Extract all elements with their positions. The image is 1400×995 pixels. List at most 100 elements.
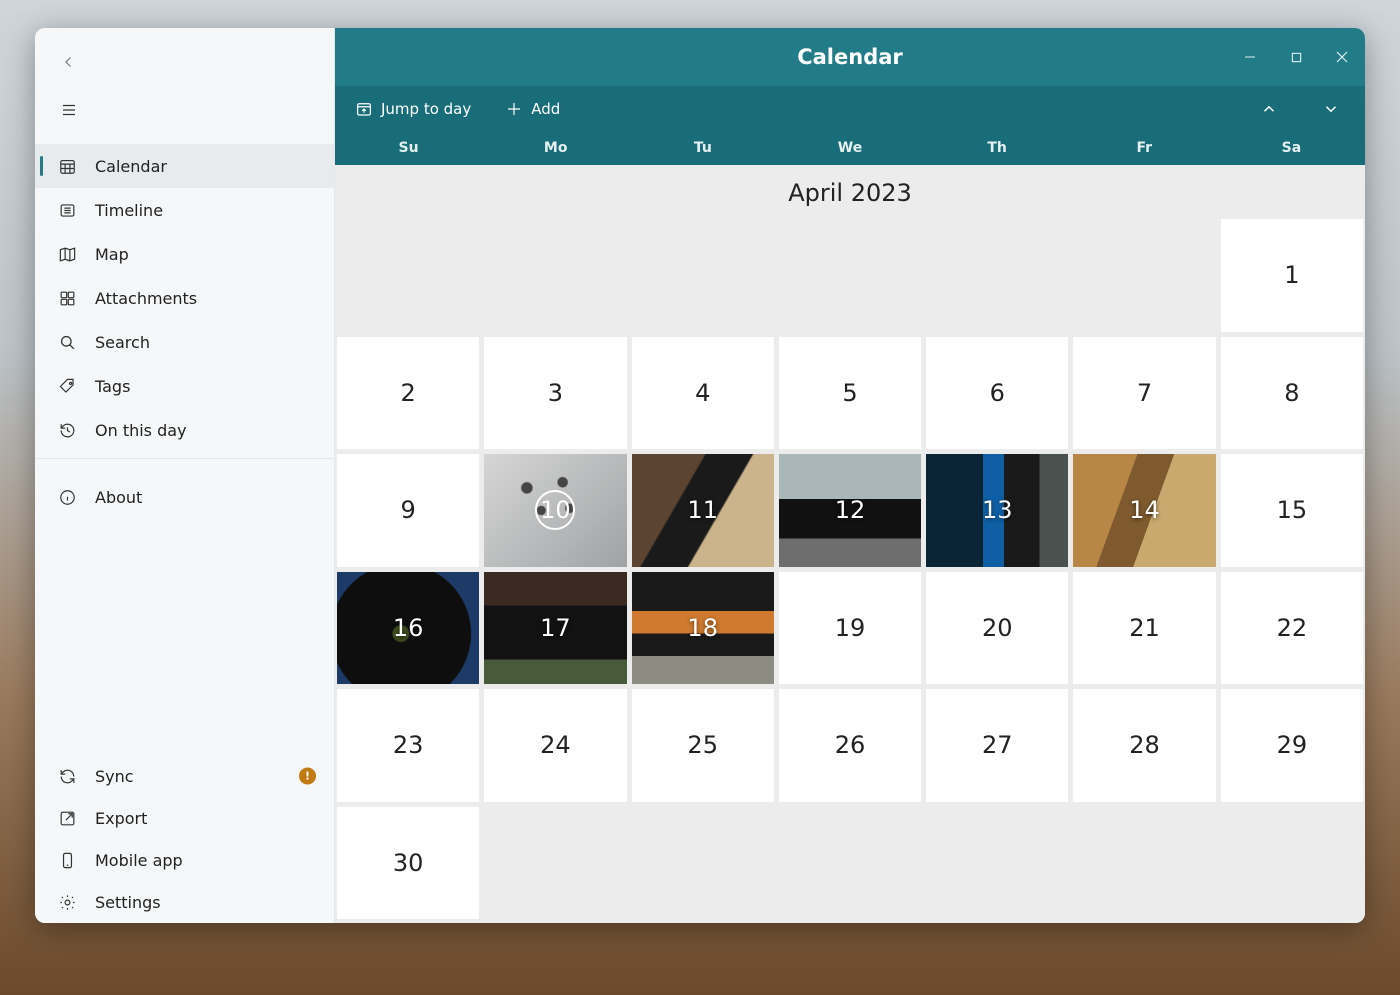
map-icon	[57, 244, 77, 264]
calendar-cell[interactable]: 26	[779, 689, 921, 802]
day-number: 14	[1129, 496, 1160, 524]
day-number: 15	[1277, 496, 1308, 524]
day-number: 30	[393, 849, 424, 877]
sidebar-item-label: Map	[95, 245, 129, 264]
calendar-cell-empty	[632, 219, 774, 332]
sync-icon	[57, 766, 77, 786]
calendar-cell[interactable]: 7	[1073, 337, 1215, 450]
day-number: 5	[842, 379, 857, 407]
calendar-cell[interactable]: 30	[337, 807, 479, 920]
sidebar-item-search[interactable]: Search	[35, 320, 334, 364]
day-header: Mo	[482, 131, 629, 165]
app-window: Calendar Timeline Map Attachments Search Tags…	[35, 28, 1365, 923]
export-icon	[57, 808, 77, 828]
calendar-cell[interactable]: 12	[779, 454, 921, 567]
gear-icon	[57, 892, 77, 912]
calendar-cell[interactable]: 16	[337, 572, 479, 685]
minimize-button[interactable]	[1227, 28, 1273, 86]
day-header: Fr	[1071, 131, 1218, 165]
calendar-cell[interactable]: 28	[1073, 689, 1215, 802]
jump-to-day-label: Jump to day	[381, 100, 471, 118]
day-number: 21	[1129, 614, 1160, 642]
calendar-cell[interactable]: 25	[632, 689, 774, 802]
calendar-cell[interactable]: 29	[1221, 689, 1363, 802]
sidebar-item-label: Mobile app	[95, 851, 183, 870]
day-number: 11	[687, 496, 718, 524]
calendar-cell[interactable]: 20	[926, 572, 1068, 685]
sidebar-item-sync[interactable]: Sync!	[35, 755, 334, 797]
calendar-cell[interactable]: 3	[484, 337, 626, 450]
calendar-cell[interactable]: 9	[337, 454, 479, 567]
calendar-cell-empty	[926, 219, 1068, 332]
jump-to-day-button[interactable]: Jump to day	[349, 94, 477, 124]
calendar-cell[interactable]: 24	[484, 689, 626, 802]
chevron-up-icon	[1260, 100, 1278, 118]
sidebar-item-map[interactable]: Map	[35, 232, 334, 276]
day-number: 28	[1129, 731, 1160, 759]
sidebar-item-on-this-day[interactable]: On this day	[35, 408, 334, 452]
calendar-grid-icon	[57, 156, 77, 176]
calendar-cell-empty	[1073, 219, 1215, 332]
sidebar-item-about[interactable]: About	[35, 475, 334, 519]
search-icon	[57, 332, 77, 352]
day-number: 3	[548, 379, 563, 407]
arrow-left-icon	[60, 53, 78, 71]
hamburger-button[interactable]	[53, 94, 85, 126]
sync-badge: !	[299, 768, 316, 785]
tag-icon	[57, 376, 77, 396]
close-button[interactable]	[1319, 28, 1365, 86]
prev-month-button[interactable]	[1249, 100, 1289, 118]
day-header: We	[776, 131, 923, 165]
sidebar-item-mobile-app[interactable]: Mobile app	[35, 839, 334, 881]
sidebar-item-settings[interactable]: Settings	[35, 881, 334, 923]
day-number: 27	[982, 731, 1013, 759]
sidebar-item-label: About	[95, 488, 142, 507]
calendar-jump-icon	[355, 100, 373, 118]
day-header: Su	[335, 131, 482, 165]
window-title: Calendar	[335, 45, 1365, 69]
hamburger-icon	[60, 101, 78, 119]
sidebar-item-label: Search	[95, 333, 150, 352]
calendar-cell[interactable]: 22	[1221, 572, 1363, 685]
calendar-cell[interactable]: 21	[1073, 572, 1215, 685]
calendar-cell[interactable]: 15	[1221, 454, 1363, 567]
calendar-cell[interactable]: 2	[337, 337, 479, 450]
sidebar-item-label: Export	[95, 809, 147, 828]
next-month-button[interactable]	[1311, 100, 1351, 118]
maximize-button[interactable]	[1273, 28, 1319, 86]
calendar-cell[interactable]: 17	[484, 572, 626, 685]
calendar-cell[interactable]: 14	[1073, 454, 1215, 567]
calendar-cell[interactable]: 4	[632, 337, 774, 450]
calendar-cell[interactable]: 18	[632, 572, 774, 685]
calendar-cell[interactable]: 1	[1221, 219, 1363, 332]
sidebar-item-label: On this day	[95, 421, 187, 440]
calendar-cell[interactable]: 19	[779, 572, 921, 685]
sidebar-nav: Calendar Timeline Map Attachments Search Tags…	[35, 144, 334, 452]
calendar-cell[interactable]: 10	[484, 454, 626, 567]
month-label: April 2023	[335, 165, 1365, 219]
sidebar-item-tags[interactable]: Tags	[35, 364, 334, 408]
sidebar-item-attachments[interactable]: Attachments	[35, 276, 334, 320]
day-number: 13	[982, 496, 1013, 524]
calendar-cell[interactable]: 8	[1221, 337, 1363, 450]
add-label: Add	[531, 100, 560, 118]
sidebar-item-calendar[interactable]: Calendar	[35, 144, 334, 188]
sidebar-item-export[interactable]: Export	[35, 797, 334, 839]
titlebar: Calendar	[335, 28, 1365, 86]
calendar-cell[interactable]: 6	[926, 337, 1068, 450]
sidebar-item-label: Timeline	[95, 201, 163, 220]
day-number: 26	[835, 731, 866, 759]
add-button[interactable]: Add	[499, 94, 566, 124]
calendar-cell[interactable]: 11	[632, 454, 774, 567]
calendar-cell[interactable]: 5	[779, 337, 921, 450]
day-header-row: SuMoTuWeThFrSa	[335, 131, 1365, 165]
calendar-cell[interactable]: 13	[926, 454, 1068, 567]
day-number: 18	[687, 614, 718, 642]
phone-icon	[57, 850, 77, 870]
sidebar-item-timeline[interactable]: Timeline	[35, 188, 334, 232]
calendar-cell[interactable]: 27	[926, 689, 1068, 802]
back-button[interactable]	[53, 46, 85, 78]
day-number: 17	[540, 614, 571, 642]
calendar-cell[interactable]: 23	[337, 689, 479, 802]
day-header: Th	[924, 131, 1071, 165]
